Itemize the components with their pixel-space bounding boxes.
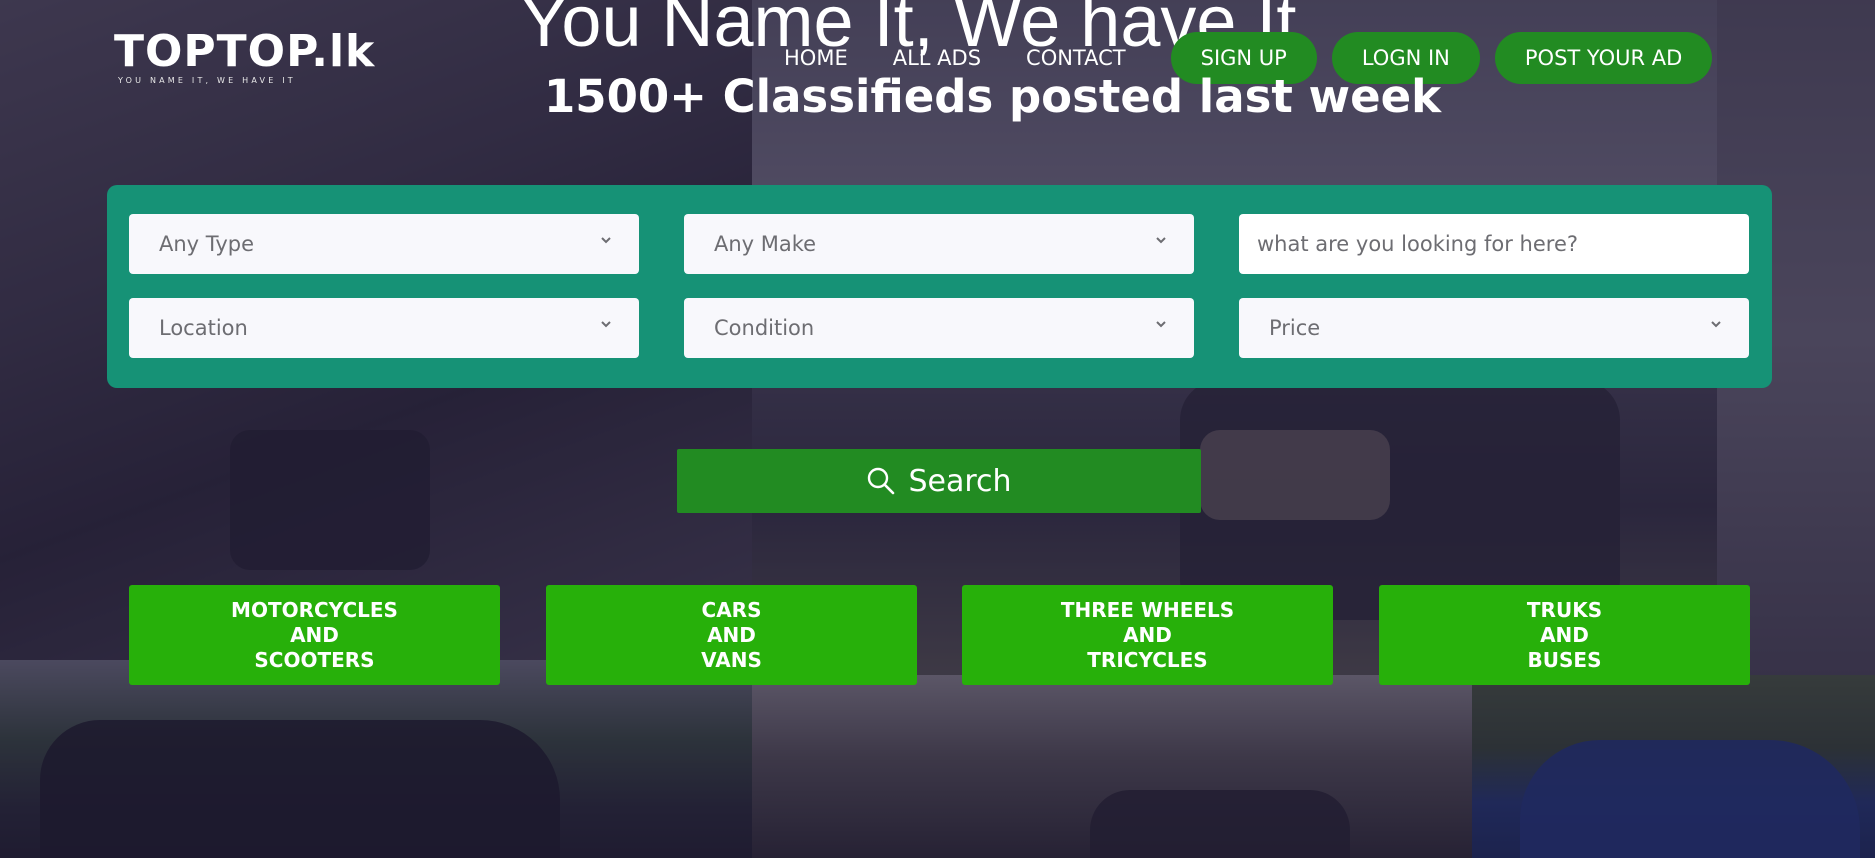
chevron-down-icon bbox=[601, 321, 611, 328]
nav-contact-link[interactable]: CONTACT bbox=[1026, 46, 1126, 70]
site-logo[interactable]: TOPTOP.lk YOU NAME IT, WE HAVE IT bbox=[114, 26, 376, 86]
chevron-down-icon bbox=[1156, 237, 1166, 244]
category-line: THREE WHEELS bbox=[1060, 597, 1235, 622]
chevron-down-icon bbox=[1156, 321, 1166, 328]
nav-all-ads-link[interactable]: ALL ADS bbox=[893, 46, 981, 70]
condition-select-value: Condition bbox=[714, 316, 815, 340]
chevron-down-icon bbox=[601, 237, 611, 244]
logo-tagline: YOU NAME IT, WE HAVE IT bbox=[118, 76, 296, 85]
category-cars-button[interactable]: CARS AND VANS bbox=[546, 585, 917, 685]
category-line: SCOOTERS bbox=[254, 647, 375, 672]
category-line: MOTORCYCLES bbox=[231, 597, 398, 622]
make-select-value: Any Make bbox=[714, 232, 817, 256]
chevron-down-icon bbox=[1711, 321, 1721, 328]
dark-overlay bbox=[0, 0, 1875, 858]
type-select-value: Any Type bbox=[159, 232, 255, 256]
category-trucks-button[interactable]: TRUKS AND BUSES bbox=[1379, 585, 1750, 685]
category-line: BUSES bbox=[1527, 647, 1602, 672]
keyword-search-input[interactable] bbox=[1239, 214, 1749, 274]
category-line: AND bbox=[707, 622, 756, 647]
search-icon bbox=[868, 467, 895, 495]
search-button[interactable]: Search bbox=[677, 449, 1201, 513]
category-motorcycles-button[interactable]: MOTORCYCLES AND SCOOTERS bbox=[129, 585, 500, 685]
location-select-value: Location bbox=[159, 316, 248, 340]
price-select-value: Price bbox=[1269, 316, 1321, 340]
search-panel: Any Type Any Make Location Condition Pri… bbox=[107, 185, 1772, 388]
post-ad-button[interactable]: POST YOUR AD bbox=[1494, 32, 1713, 84]
background-photo-collage bbox=[0, 0, 1875, 858]
category-line: AND bbox=[290, 622, 339, 647]
make-select[interactable]: Any Make bbox=[684, 214, 1194, 274]
category-line: TRUKS bbox=[1526, 597, 1603, 622]
category-line: AND bbox=[1123, 622, 1172, 647]
price-select[interactable]: Price bbox=[1239, 298, 1749, 358]
logo-text: TOPTOP.lk bbox=[114, 26, 376, 77]
category-line: CARS bbox=[701, 597, 762, 622]
category-line: TRICYCLES bbox=[1087, 647, 1208, 672]
category-three-wheels-button[interactable]: THREE WHEELS AND TRICYCLES bbox=[962, 585, 1333, 685]
hero-subtitle: 1500+ Classifieds posted last week bbox=[544, 70, 1442, 123]
search-button-label: Search bbox=[908, 463, 1012, 499]
type-select[interactable]: Any Type bbox=[129, 214, 639, 274]
category-line: VANS bbox=[701, 647, 762, 672]
nav-home-link[interactable]: HOME bbox=[784, 46, 848, 70]
location-select[interactable]: Location bbox=[129, 298, 639, 358]
condition-select[interactable]: Condition bbox=[684, 298, 1194, 358]
category-line: AND bbox=[1540, 622, 1589, 647]
